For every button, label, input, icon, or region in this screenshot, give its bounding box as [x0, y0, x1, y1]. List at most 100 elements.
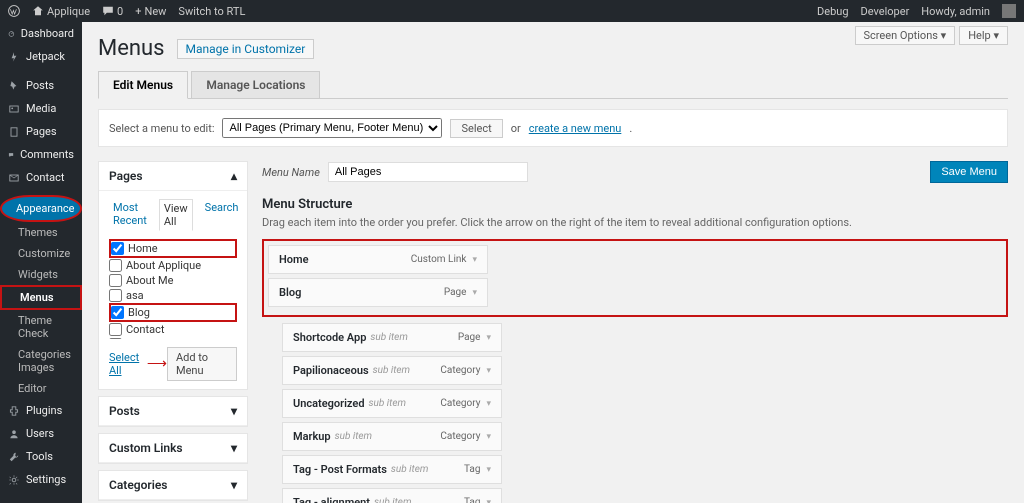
sidebar-item-posts[interactable]: Posts	[0, 74, 82, 97]
sidebar-sub-widgets[interactable]: Widgets	[0, 264, 82, 285]
or-text: or	[511, 122, 521, 135]
checkbox[interactable]	[109, 274, 122, 287]
menu-item-papilionaceous[interactable]: Papilionaceoussub itemCategory▾	[282, 356, 502, 385]
sidebar-item-pages[interactable]: Pages	[0, 120, 82, 143]
gear-icon	[8, 474, 20, 486]
user-icon	[8, 428, 20, 440]
chevron-down-icon[interactable]: ▾	[486, 399, 491, 409]
manage-customizer-link[interactable]: Manage in Customizer	[177, 39, 315, 59]
tool-icon	[8, 451, 20, 463]
add-to-menu-button[interactable]: Add to Menu	[167, 347, 237, 381]
arrow-annotation: ⟶	[147, 356, 167, 372]
comments-count[interactable]: 0	[102, 5, 123, 18]
sidebar-sub-menus[interactable]: Menus	[0, 285, 82, 310]
custom-links-accordion-head[interactable]: Custom Links▾	[99, 434, 247, 463]
chevron-down-icon[interactable]: ▾	[486, 432, 491, 442]
save-menu-button[interactable]: Save Menu	[930, 161, 1008, 183]
create-new-menu-link[interactable]: create a new menu	[529, 122, 622, 135]
page-check-contact[interactable]: Contact	[109, 322, 237, 337]
jetpack-icon	[8, 51, 20, 63]
checkbox[interactable]	[111, 242, 124, 255]
sidebar-sub-categories-images[interactable]: Categories Images	[0, 344, 82, 378]
pages-accordion: Pages▴ Most Recent View All Search Home …	[98, 161, 248, 390]
checkbox[interactable]	[109, 259, 122, 272]
media-icon	[8, 103, 20, 115]
menu-structure-heading: Menu Structure	[262, 197, 1008, 212]
new-content[interactable]: + New	[135, 5, 166, 18]
select-all-link[interactable]: Select All	[109, 351, 147, 377]
sidebar-sub-editor[interactable]: Editor	[0, 378, 82, 399]
tab-most-recent[interactable]: Most Recent	[109, 199, 151, 231]
posts-accordion-head[interactable]: Posts▾	[99, 397, 247, 426]
menu-item-markup[interactable]: Markupsub itemCategory▾	[282, 422, 502, 451]
sidebar-item-users[interactable]: Users	[0, 422, 82, 445]
chevron-down-icon[interactable]: ▾	[486, 498, 491, 503]
menu-name-label: Menu Name	[262, 166, 320, 179]
site-name[interactable]: Applique	[32, 5, 90, 18]
select-button[interactable]: Select	[450, 119, 502, 138]
tab-search[interactable]: Search	[201, 199, 243, 231]
page-check-contact-other[interactable]: Contact Other	[109, 337, 237, 339]
menu-item-tag---post-formats[interactable]: Tag - Post Formatssub itemTag▾	[282, 455, 502, 484]
menu-select[interactable]: All Pages (Primary Menu, Footer Menu)	[222, 118, 442, 138]
checkbox[interactable]	[109, 289, 122, 302]
sidebar-item-comments[interactable]: Comments	[0, 143, 82, 166]
sidebar-item-jetpack[interactable]: Jetpack	[0, 45, 82, 68]
menu-item-tag---alignment[interactable]: Tag - alignmentsub itemTag▾	[282, 488, 502, 503]
sidebar-item-dashboard[interactable]: Dashboard	[0, 22, 82, 45]
chevron-down-icon[interactable]: ▾	[486, 465, 491, 475]
dashboard-icon	[8, 28, 15, 40]
page-check-asa[interactable]: asa	[109, 288, 237, 303]
chevron-down-icon[interactable]: ▾	[472, 288, 477, 298]
pages-accordion-head[interactable]: Pages▴	[99, 162, 247, 191]
categories-accordion-head[interactable]: Categories▾	[99, 471, 247, 500]
sidebar-item-settings[interactable]: Settings	[0, 468, 82, 491]
admin-sidebar: DashboardJetpackPostsMediaPagesCommentsC…	[0, 22, 82, 503]
avatar[interactable]	[1002, 4, 1016, 18]
sidebar-sub-theme-check[interactable]: Theme Check	[0, 310, 82, 344]
chevron-down-icon[interactable]: ▾	[486, 366, 491, 376]
comment-icon	[8, 149, 14, 161]
sidebar-item-appearance[interactable]: Appearance	[0, 195, 82, 222]
sidebar-item-contact[interactable]: Contact	[0, 166, 82, 189]
chevron-down-icon[interactable]: ▾	[472, 255, 477, 265]
menu-name-input[interactable]	[328, 162, 528, 182]
tab-edit-menus[interactable]: Edit Menus	[98, 71, 188, 99]
page-check-home[interactable]: Home	[109, 239, 237, 258]
screen-options-toggle[interactable]: Screen Options ▾	[855, 26, 956, 45]
checkbox[interactable]	[109, 338, 122, 339]
debug-link[interactable]: Debug	[817, 5, 848, 18]
sidebar-item-tools[interactable]: Tools	[0, 445, 82, 468]
page-icon	[8, 126, 20, 138]
howdy-user[interactable]: Howdy, admin	[921, 5, 990, 18]
page-check-blog[interactable]: Blog	[109, 303, 237, 322]
sidebar-sub-themes[interactable]: Themes	[0, 222, 82, 243]
sidebar-item-media[interactable]: Media	[0, 97, 82, 120]
nav-tabs: Edit Menus Manage Locations	[98, 71, 1008, 99]
menu-item-home[interactable]: HomeCustom Link▾	[268, 245, 488, 274]
chevron-up-icon: ▴	[231, 169, 237, 183]
page-check-about-applique[interactable]: About Applique	[109, 258, 237, 273]
tab-manage-locations[interactable]: Manage Locations	[191, 71, 320, 98]
sidebar-item-plugins[interactable]: Plugins	[0, 399, 82, 422]
page-check-about-me[interactable]: About Me	[109, 273, 237, 288]
help-toggle[interactable]: Help ▾	[959, 26, 1008, 45]
sidebar-sub-customize[interactable]: Customize	[0, 243, 82, 264]
developer-link[interactable]: Developer	[861, 5, 910, 18]
chevron-down-icon: ▾	[231, 404, 237, 418]
tab-view-all[interactable]: View All	[159, 199, 193, 231]
sidebar-item-mailchimp-for-wp[interactable]: MailChimp for WP	[0, 497, 82, 503]
pin-icon	[8, 80, 20, 92]
menu-item-uncategorized[interactable]: Uncategorizedsub itemCategory▾	[282, 389, 502, 418]
menu-item-blog[interactable]: BlogPage▾	[268, 278, 488, 307]
menu-item-shortcode-app[interactable]: Shortcode Appsub itemPage▾	[282, 323, 502, 352]
wp-logo-icon[interactable]	[8, 5, 20, 17]
checkbox[interactable]	[111, 306, 124, 319]
checkbox[interactable]	[109, 323, 122, 336]
select-menu-label: Select a menu to edit:	[109, 122, 214, 135]
plugin-icon	[8, 405, 20, 417]
chevron-down-icon: ▾	[231, 441, 237, 455]
chevron-down-icon[interactable]: ▾	[486, 333, 491, 343]
menu-structure-desc: Drag each item into the order you prefer…	[262, 216, 1008, 229]
switch-rtl[interactable]: Switch to RTL	[178, 5, 245, 18]
